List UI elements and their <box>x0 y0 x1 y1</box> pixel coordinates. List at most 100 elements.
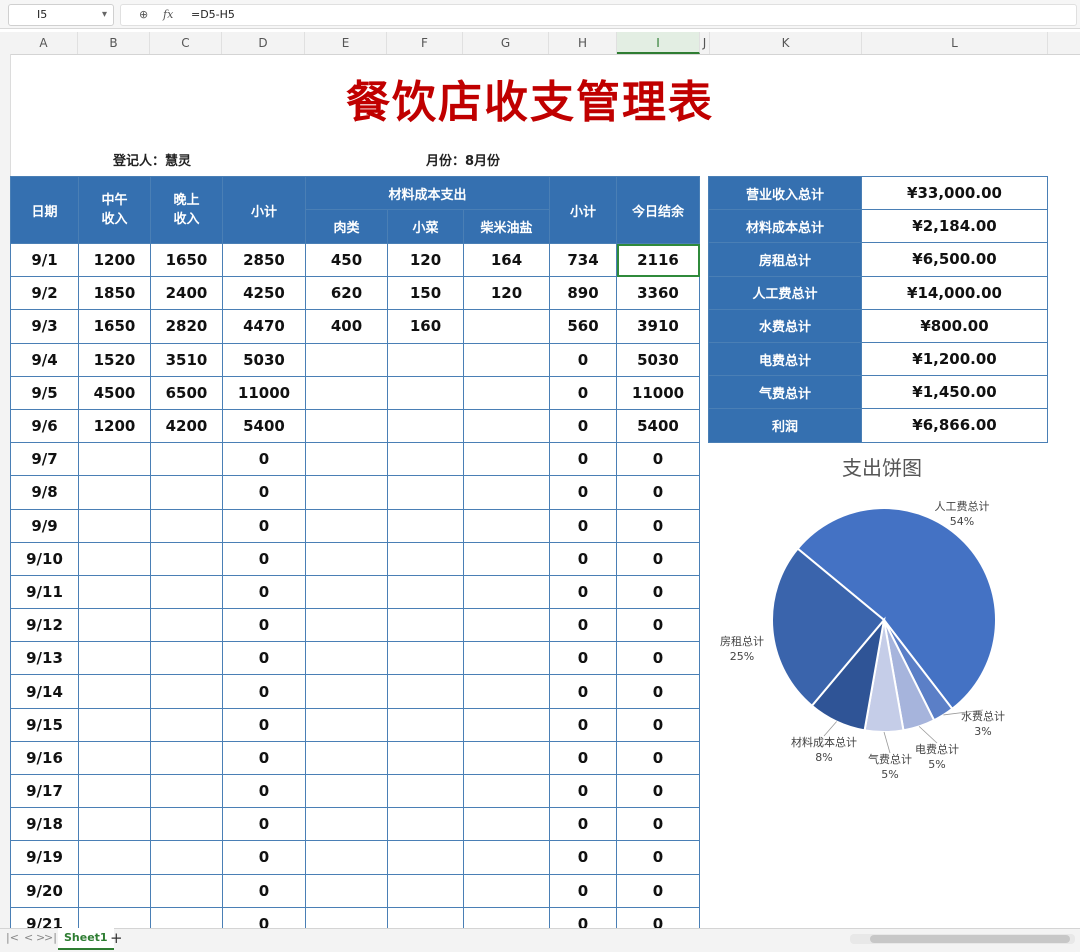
column-header-b[interactable]: B <box>78 32 150 54</box>
summary-label[interactable]: 利润 <box>708 408 862 443</box>
cell-date[interactable]: 9/12 <box>10 608 79 643</box>
summary-label[interactable]: 营业收入总计 <box>708 175 862 211</box>
cell-noon[interactable]: 1650 <box>78 309 151 344</box>
cell-balance[interactable]: 0 <box>616 641 700 676</box>
cell-subtotal2[interactable]: 0 <box>549 475 617 510</box>
header-noon-income[interactable]: 中午收入 <box>78 176 151 244</box>
column-header-d[interactable]: D <box>222 32 305 54</box>
cell-grocery[interactable] <box>463 840 550 875</box>
cell-evening[interactable] <box>150 475 223 510</box>
cell-veg[interactable] <box>387 508 464 543</box>
cell-veg[interactable] <box>387 574 464 610</box>
cell-grocery[interactable]: 164 <box>463 242 550 278</box>
cell-veg[interactable] <box>387 541 464 576</box>
cell-evening[interactable] <box>150 541 223 576</box>
cell-subtotal2[interactable]: 890 <box>549 276 617 311</box>
cell-subtotal[interactable]: 0 <box>222 773 306 809</box>
cell-subtotal[interactable]: 2850 <box>222 242 306 278</box>
cell-subtotal[interactable]: 5030 <box>222 342 306 377</box>
cell-veg[interactable] <box>387 408 464 444</box>
cell-grocery[interactable] <box>463 674 550 709</box>
summary-label[interactable]: 气费总计 <box>708 375 862 410</box>
cell-subtotal[interactable]: 0 <box>222 674 306 709</box>
summary-value[interactable]: ¥33,000.00 <box>861 175 1048 211</box>
header-meat[interactable]: 肉类 <box>305 209 388 244</box>
cell-subtotal[interactable]: 0 <box>222 574 306 610</box>
cell-date[interactable]: 9/2 <box>10 276 79 311</box>
cell-noon[interactable]: 4500 <box>78 375 151 410</box>
summary-value[interactable]: ¥6,500.00 <box>861 242 1048 277</box>
cell-meat[interactable] <box>305 674 388 709</box>
cell-noon[interactable] <box>78 574 151 610</box>
cell-balance[interactable]: 0 <box>616 574 700 610</box>
cell-noon[interactable]: 1200 <box>78 242 151 278</box>
cell-grocery[interactable] <box>463 342 550 377</box>
cell-date[interactable]: 9/6 <box>10 408 79 444</box>
cell-noon[interactable] <box>78 674 151 709</box>
cell-evening[interactable] <box>150 807 223 842</box>
cell-noon[interactable] <box>78 873 151 908</box>
cell-grocery[interactable] <box>463 375 550 410</box>
cell-meat[interactable] <box>305 375 388 410</box>
column-header-j[interactable]: J <box>700 32 710 54</box>
cell-balance[interactable]: 0 <box>616 807 700 842</box>
cell-grocery[interactable] <box>463 442 550 477</box>
cell-evening[interactable] <box>150 508 223 543</box>
cell-grocery[interactable] <box>463 608 550 643</box>
name-box[interactable]: I5 ▾ <box>8 4 114 26</box>
cell-meat[interactable] <box>305 442 388 477</box>
cell-subtotal[interactable]: 11000 <box>222 375 306 410</box>
column-header-l[interactable]: L <box>862 32 1048 54</box>
cell-noon[interactable] <box>78 608 151 643</box>
cell-date[interactable]: 9/5 <box>10 375 79 410</box>
summary-value[interactable]: ¥800.00 <box>861 308 1048 343</box>
cell-balance[interactable]: 0 <box>616 541 700 576</box>
cell-balance[interactable]: 0 <box>616 674 700 709</box>
cell-balance[interactable]: 0 <box>616 608 700 643</box>
add-sheet-button[interactable]: + <box>110 929 123 947</box>
column-header-k[interactable]: K <box>710 32 862 54</box>
cell-evening[interactable]: 6500 <box>150 375 223 410</box>
cell-subtotal2[interactable]: 0 <box>549 773 617 809</box>
cell-grocery[interactable] <box>463 408 550 444</box>
summary-value[interactable]: ¥2,184.00 <box>861 209 1048 244</box>
cell-noon[interactable]: 1200 <box>78 408 151 444</box>
cell-veg[interactable]: 160 <box>387 309 464 344</box>
cell-grocery[interactable] <box>463 309 550 344</box>
cell-balance[interactable]: 0 <box>616 740 700 776</box>
cell-grocery[interactable] <box>463 807 550 842</box>
last-sheet-icon[interactable]: >| <box>44 931 57 944</box>
cell-balance[interactable]: 5030 <box>616 342 700 377</box>
cell-subtotal2[interactable]: 0 <box>549 840 617 875</box>
cell-subtotal[interactable]: 0 <box>222 807 306 842</box>
cell-subtotal[interactable]: 4470 <box>222 309 306 344</box>
header-evening-income[interactable]: 晚上收入 <box>150 176 223 244</box>
cell-date[interactable]: 9/16 <box>10 740 79 776</box>
cell-balance[interactable]: 0 <box>616 873 700 908</box>
cell-evening[interactable]: 3510 <box>150 342 223 377</box>
summary-value[interactable]: ¥1,450.00 <box>861 375 1048 410</box>
cell-grocery[interactable] <box>463 541 550 576</box>
cell-balance[interactable]: 3910 <box>616 309 700 344</box>
cell-evening[interactable]: 4200 <box>150 408 223 444</box>
summary-label[interactable]: 材料成本总计 <box>708 209 862 244</box>
column-header-i[interactable]: I <box>617 32 700 54</box>
cell-subtotal2[interactable]: 0 <box>549 442 617 477</box>
cell-subtotal2[interactable]: 0 <box>549 608 617 643</box>
cell-subtotal[interactable]: 0 <box>222 840 306 875</box>
cell-evening[interactable] <box>150 873 223 908</box>
sheet-tab-sheet1[interactable]: Sheet1 <box>58 928 114 950</box>
first-sheet-icon[interactable]: |< <box>6 931 19 944</box>
cell-balance[interactable]: 11000 <box>616 375 700 410</box>
cell-meat[interactable]: 450 <box>305 242 388 278</box>
cell-subtotal2[interactable]: 734 <box>549 242 617 278</box>
cell-meat[interactable] <box>305 342 388 377</box>
header-subtotal-2[interactable]: 小计 <box>549 176 617 244</box>
cell-veg[interactable]: 120 <box>387 242 464 278</box>
cell-evening[interactable] <box>150 740 223 776</box>
cell-evening[interactable] <box>150 641 223 676</box>
cell-meat[interactable] <box>305 508 388 543</box>
cell-date[interactable]: 9/20 <box>10 873 79 908</box>
cell-date[interactable]: 9/18 <box>10 807 79 842</box>
cell-veg[interactable] <box>387 342 464 377</box>
